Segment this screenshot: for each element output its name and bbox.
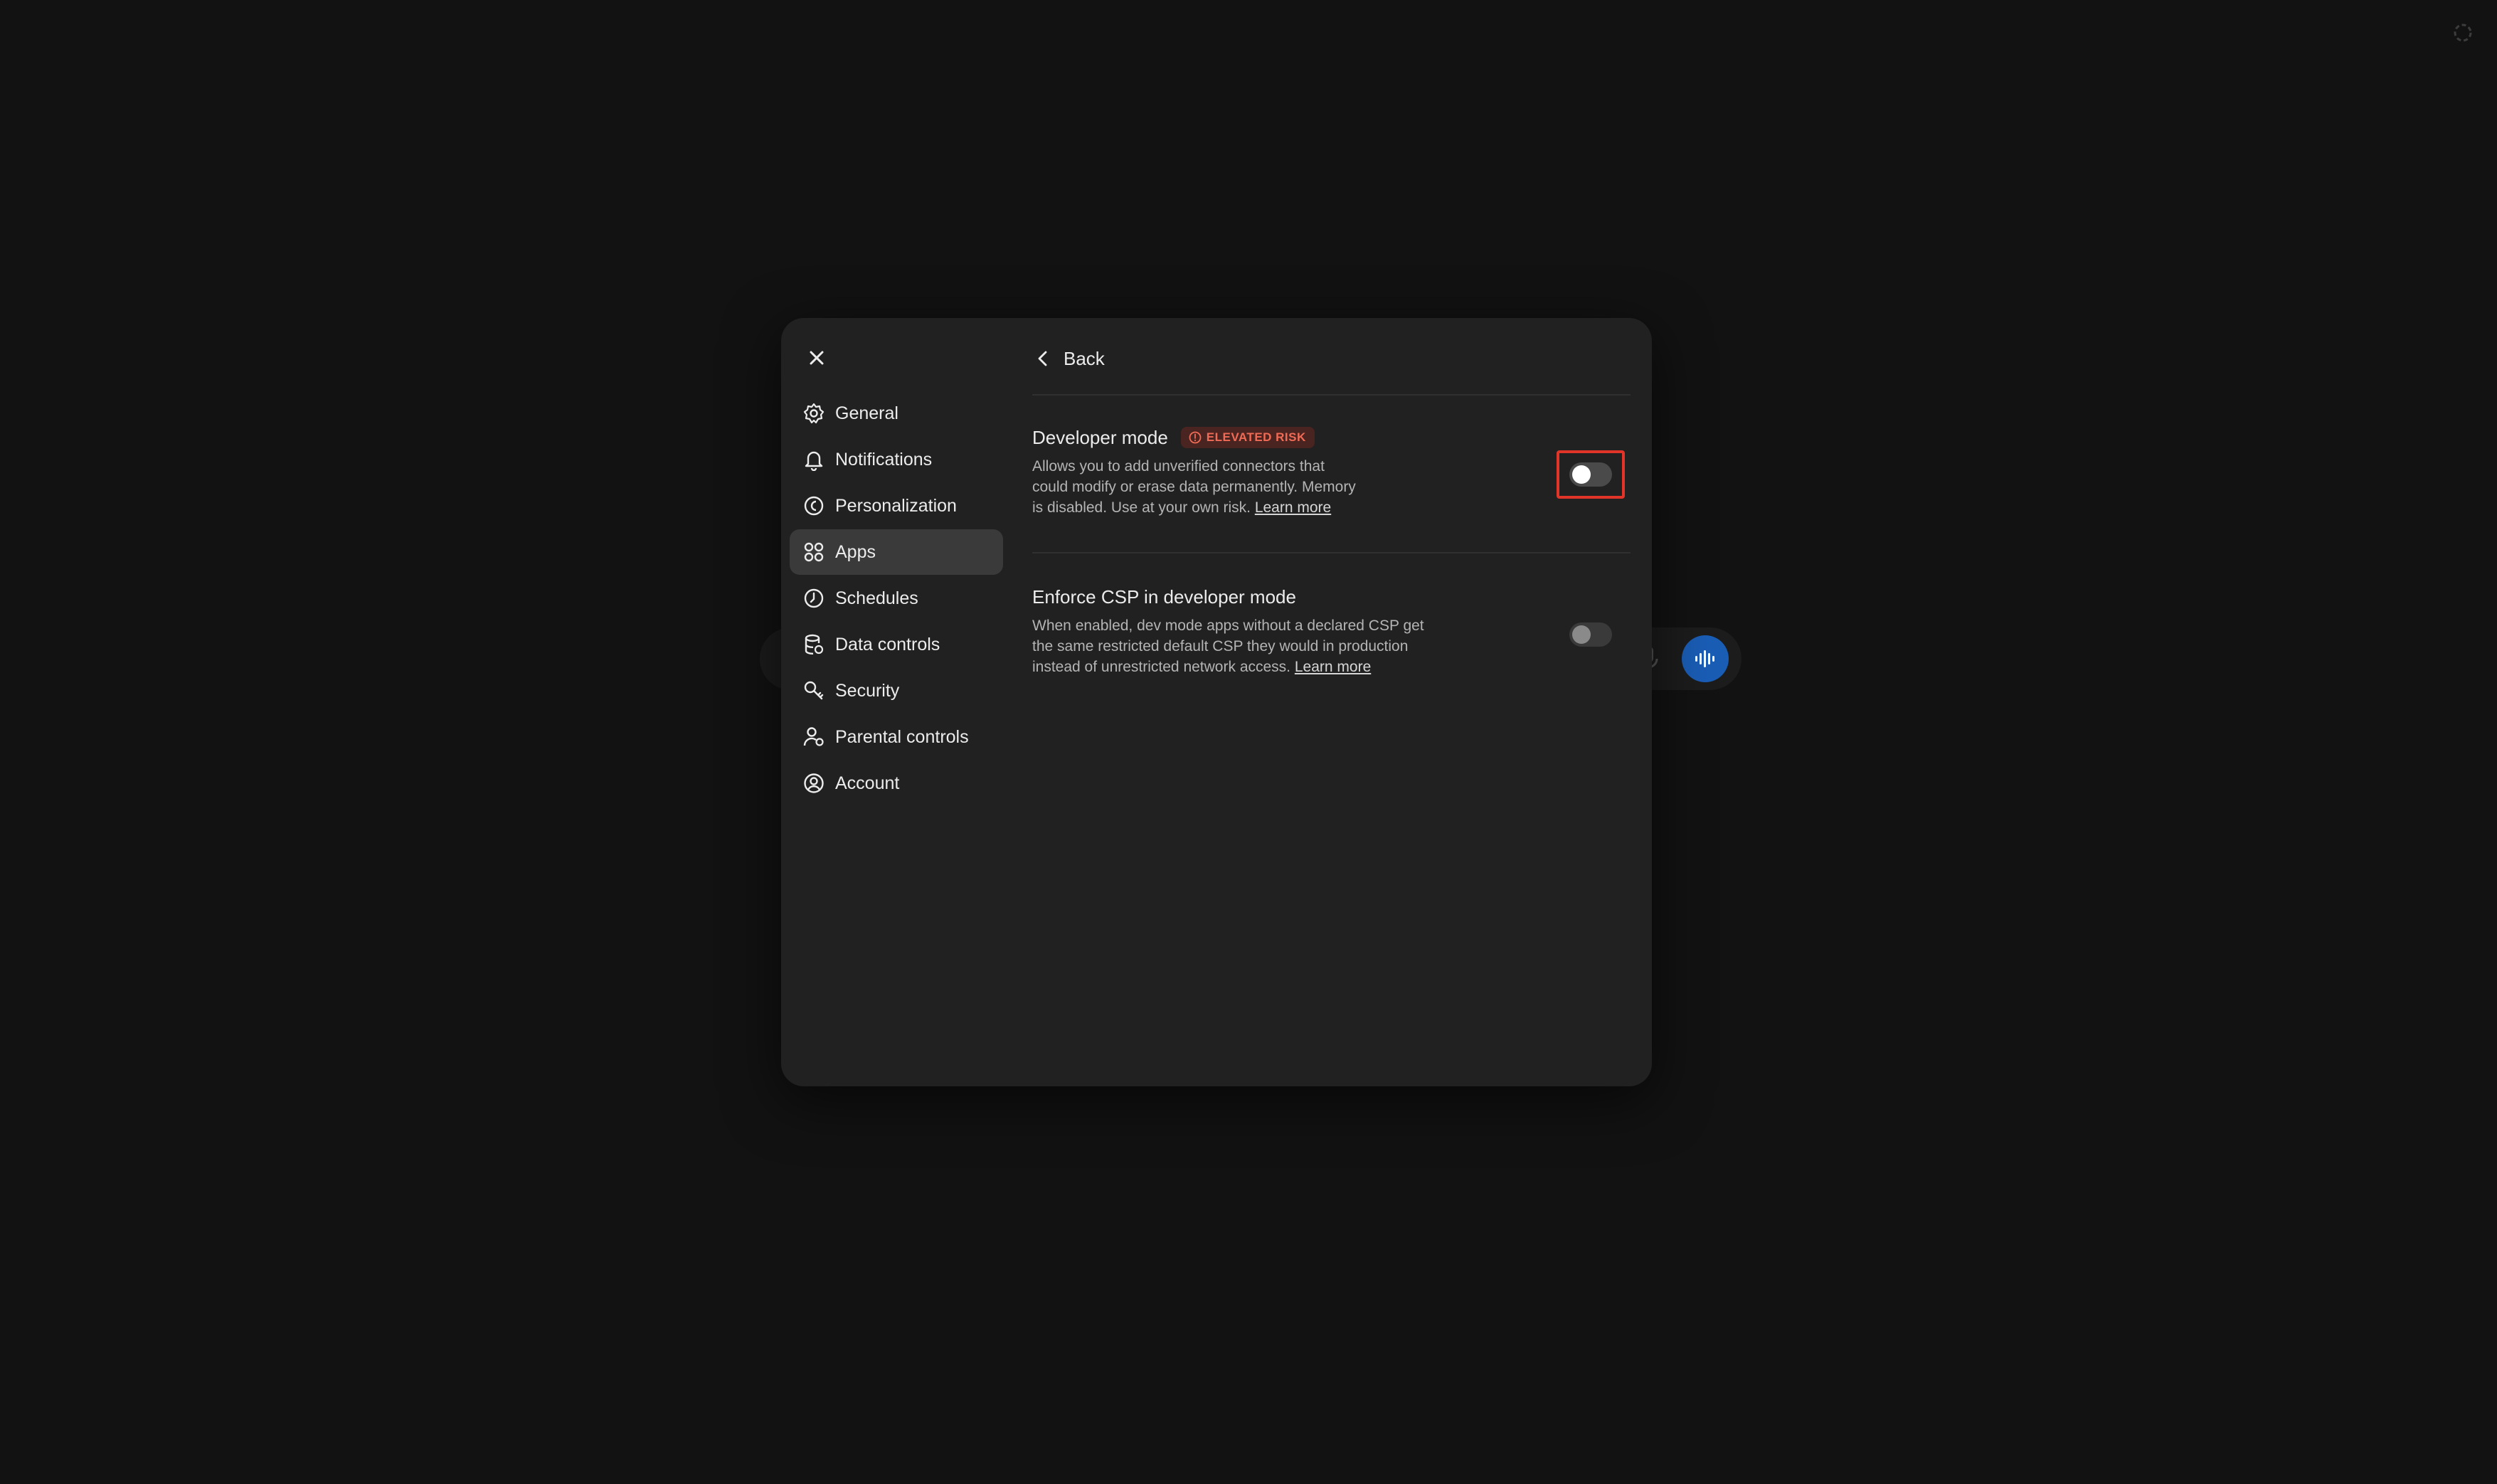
gear-icon <box>803 403 825 424</box>
sidebar-item-label: Schedules <box>835 588 918 608</box>
enforce-csp-description: When enabled, dev mode apps without a de… <box>1032 615 1631 677</box>
settings-modal: General Notifications Personalization Ap… <box>781 318 1652 1086</box>
header-divider <box>1032 394 1631 396</box>
sidebar-item-label: Account <box>835 773 900 793</box>
developer-mode-setting: Developer mode ELEVATED RISK Allows you … <box>1032 425 1631 518</box>
sidebar-item-account[interactable]: Account <box>790 760 1003 806</box>
warning-octagon-icon <box>1189 431 1202 444</box>
key-icon <box>804 681 824 700</box>
apps-grid-icon <box>804 542 824 562</box>
description-line: the same restricted default CSP they wou… <box>1032 638 1409 654</box>
developer-mode-title: Developer mode <box>1032 426 1168 448</box>
description-line: When enabled, dev mode apps without a de… <box>1032 618 1424 634</box>
close-icon <box>810 351 824 365</box>
user-circle-icon <box>804 773 824 793</box>
description-line: instead of unrestricted network access. <box>1032 659 1291 675</box>
developer-mode-toggle[interactable] <box>1569 462 1612 487</box>
enforce-csp-title: Enforce CSP in developer mode <box>1032 585 1296 608</box>
sidebar-item-label: Parental controls <box>835 726 969 747</box>
enforce-csp-learn-more-link[interactable]: Learn more <box>1295 659 1371 675</box>
bell-icon <box>805 451 823 471</box>
database-icon <box>805 634 824 655</box>
parental-icon <box>803 727 824 746</box>
sidebar-item-personalization[interactable]: Personalization <box>790 483 1003 529</box>
back-label: Back <box>1064 347 1105 369</box>
sidebar-item-general[interactable]: General <box>790 391 1003 436</box>
enforce-csp-toggle-wrap <box>1557 610 1625 659</box>
developer-mode-toggle-highlight <box>1557 450 1625 499</box>
sidebar-item-label: Personalization <box>835 495 957 516</box>
sidebar-item-schedules[interactable]: Schedules <box>790 576 1003 621</box>
sidebar-item-label: Data controls <box>835 634 940 654</box>
voice-mode-button <box>1682 635 1729 682</box>
setting-divider <box>1032 552 1631 553</box>
sidebar-item-label: Notifications <box>835 449 933 470</box>
sidebar-item-label: Security <box>835 680 900 701</box>
elevated-risk-badge: ELEVATED RISK <box>1180 427 1315 448</box>
waveform-icon <box>1695 650 1714 667</box>
sidebar-item-data-controls[interactable]: Data controls <box>790 622 1003 667</box>
description-line: could modify or erase data permanently. … <box>1032 479 1356 495</box>
sidebar-item-apps[interactable]: Apps <box>790 529 1003 575</box>
loading-spinner-icon <box>2454 23 2472 42</box>
description-line: is disabled. Use at your own risk. <box>1032 499 1251 516</box>
risk-badge-label: ELEVATED RISK <box>1206 430 1306 444</box>
enforce-csp-setting: Enforce CSP in developer mode When enabl… <box>1032 584 1631 677</box>
sidebar-item-security[interactable]: Security <box>790 668 1003 714</box>
close-button[interactable] <box>801 342 832 373</box>
enforce-csp-toggle[interactable] <box>1569 622 1612 647</box>
sidebar-item-notifications[interactable]: Notifications <box>790 437 1003 482</box>
chevron-left-icon <box>1038 351 1047 366</box>
toggle-knob <box>1572 625 1591 644</box>
developer-mode-description: Allows you to add unverified connectors … <box>1032 456 1631 518</box>
description-line: Allows you to add unverified connectors … <box>1032 458 1325 475</box>
sidebar-item-label: Apps <box>835 541 876 562</box>
sidebar-item-parental-controls[interactable]: Parental controls <box>790 714 1003 760</box>
personalization-icon <box>804 496 824 516</box>
sidebar-item-label: General <box>835 403 898 423</box>
back-button[interactable]: Back <box>1032 341 1105 376</box>
settings-sidebar: General Notifications Personalization Ap… <box>790 391 1003 807</box>
clock-icon <box>804 588 824 608</box>
developer-mode-learn-more-link[interactable]: Learn more <box>1255 499 1331 516</box>
toggle-knob <box>1572 465 1591 484</box>
